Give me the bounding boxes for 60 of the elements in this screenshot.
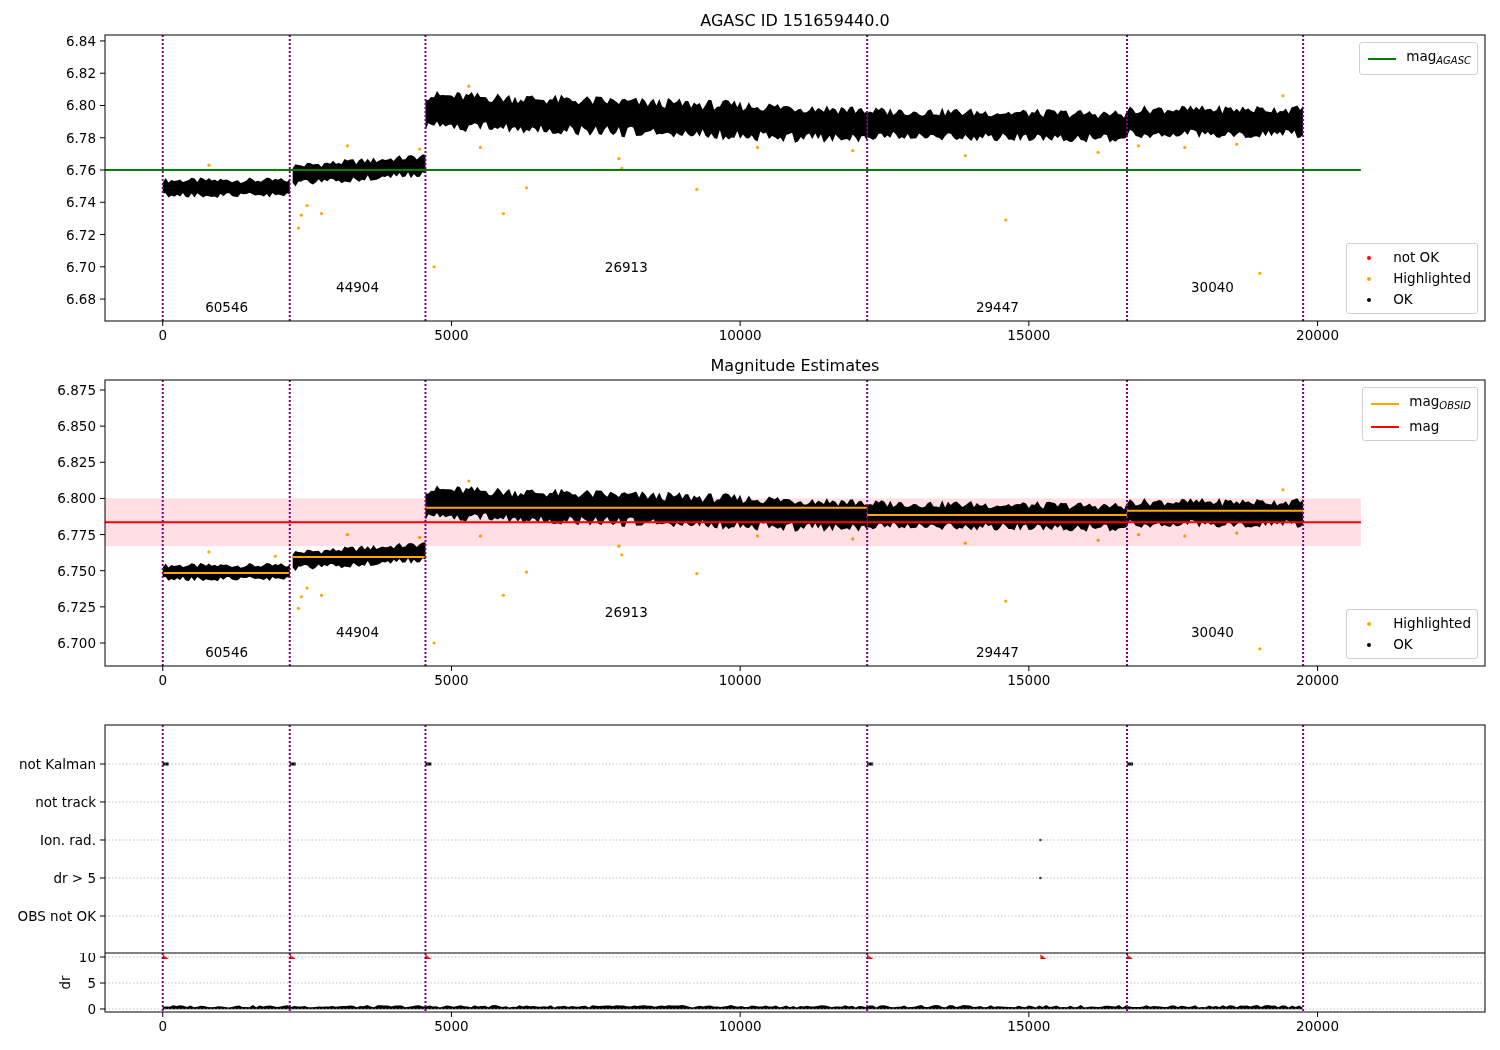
annotation-label: 29447 [975,299,1019,315]
tick-label: 6.68 [65,291,96,308]
legend-label: Highlighted [1393,269,1471,288]
tick-label: 6.800 [57,490,96,507]
tick-label: 0 [158,327,168,343]
tick-label: 6.84 [65,32,96,49]
tick-label: 20000 [1296,672,1340,688]
tick-label: not track [35,794,96,810]
tick-label: 0 [87,1001,96,1017]
annotation-label: 44904 [336,623,380,640]
tick-label: 6.725 [57,598,96,615]
tick-label: 0 [158,672,168,688]
legend-label: Highlighted [1393,614,1471,633]
tick-label: 5000 [434,327,469,343]
tick-label: 5000 [434,1018,469,1034]
tick-label: 6.78 [65,129,96,146]
annotation-label: 60546 [205,299,249,315]
annotation-label: 30040 [1191,623,1234,640]
tick-label: 0 [158,1018,168,1034]
annotation-label: 30040 [1191,278,1234,295]
annotation-label: 26913 [604,258,648,275]
chart-title: AGASC ID 151659440.0 [700,11,890,30]
tick-label: 15000 [1007,1018,1051,1034]
tick-label: 6.875 [57,382,96,398]
tick-label: 15000 [1007,327,1051,343]
tick-label: 10000 [718,1018,762,1034]
legend-label: mag$_{OBSID}$ [1409,392,1471,413]
tick-label: 6.82 [65,65,96,82]
annotation-label: 60546 [205,644,249,660]
legend-label: not OK [1393,248,1440,267]
tick-label: 20000 [1296,1018,1340,1034]
tick-label: 6.80 [65,97,96,114]
chart-title: Magnitude Estimates [710,356,880,375]
tick-label: dr > 5 [53,870,96,886]
axis-label: dr [57,975,73,990]
tick-label: 10000 [718,672,762,688]
tick-label: 6.775 [57,526,96,543]
legend-label: mag [1409,417,1440,436]
tick-label: 10000 [718,327,762,343]
tick-label: Ion. rad. [39,832,96,848]
tick-label: 6.72 [65,226,96,243]
legend-label: OK [1393,635,1413,654]
tick-label: 6.70 [65,258,96,275]
tick-label: 5 [87,975,96,991]
annotation-label: 29447 [975,644,1019,660]
tick-label: 6.825 [57,454,96,471]
tick-label: 5000 [434,672,469,688]
legend-label: OK [1393,290,1413,309]
annotation-label: 26913 [604,603,648,620]
tick-label: 6.700 [57,635,96,651]
tick-label: 6.850 [57,418,96,435]
tick-label: 20000 [1296,327,1340,343]
annotation-label: 44904 [336,278,380,295]
tick-label: 6.750 [57,562,96,579]
tick-label: OBS not OK [17,908,96,924]
tick-label: not Kalman [18,756,96,772]
tick-label: 6.76 [65,162,96,178]
tick-label: 6.74 [65,194,96,211]
tick-label: 15000 [1007,672,1051,688]
legend-label: mag$_{AGASC}$ [1406,47,1471,68]
